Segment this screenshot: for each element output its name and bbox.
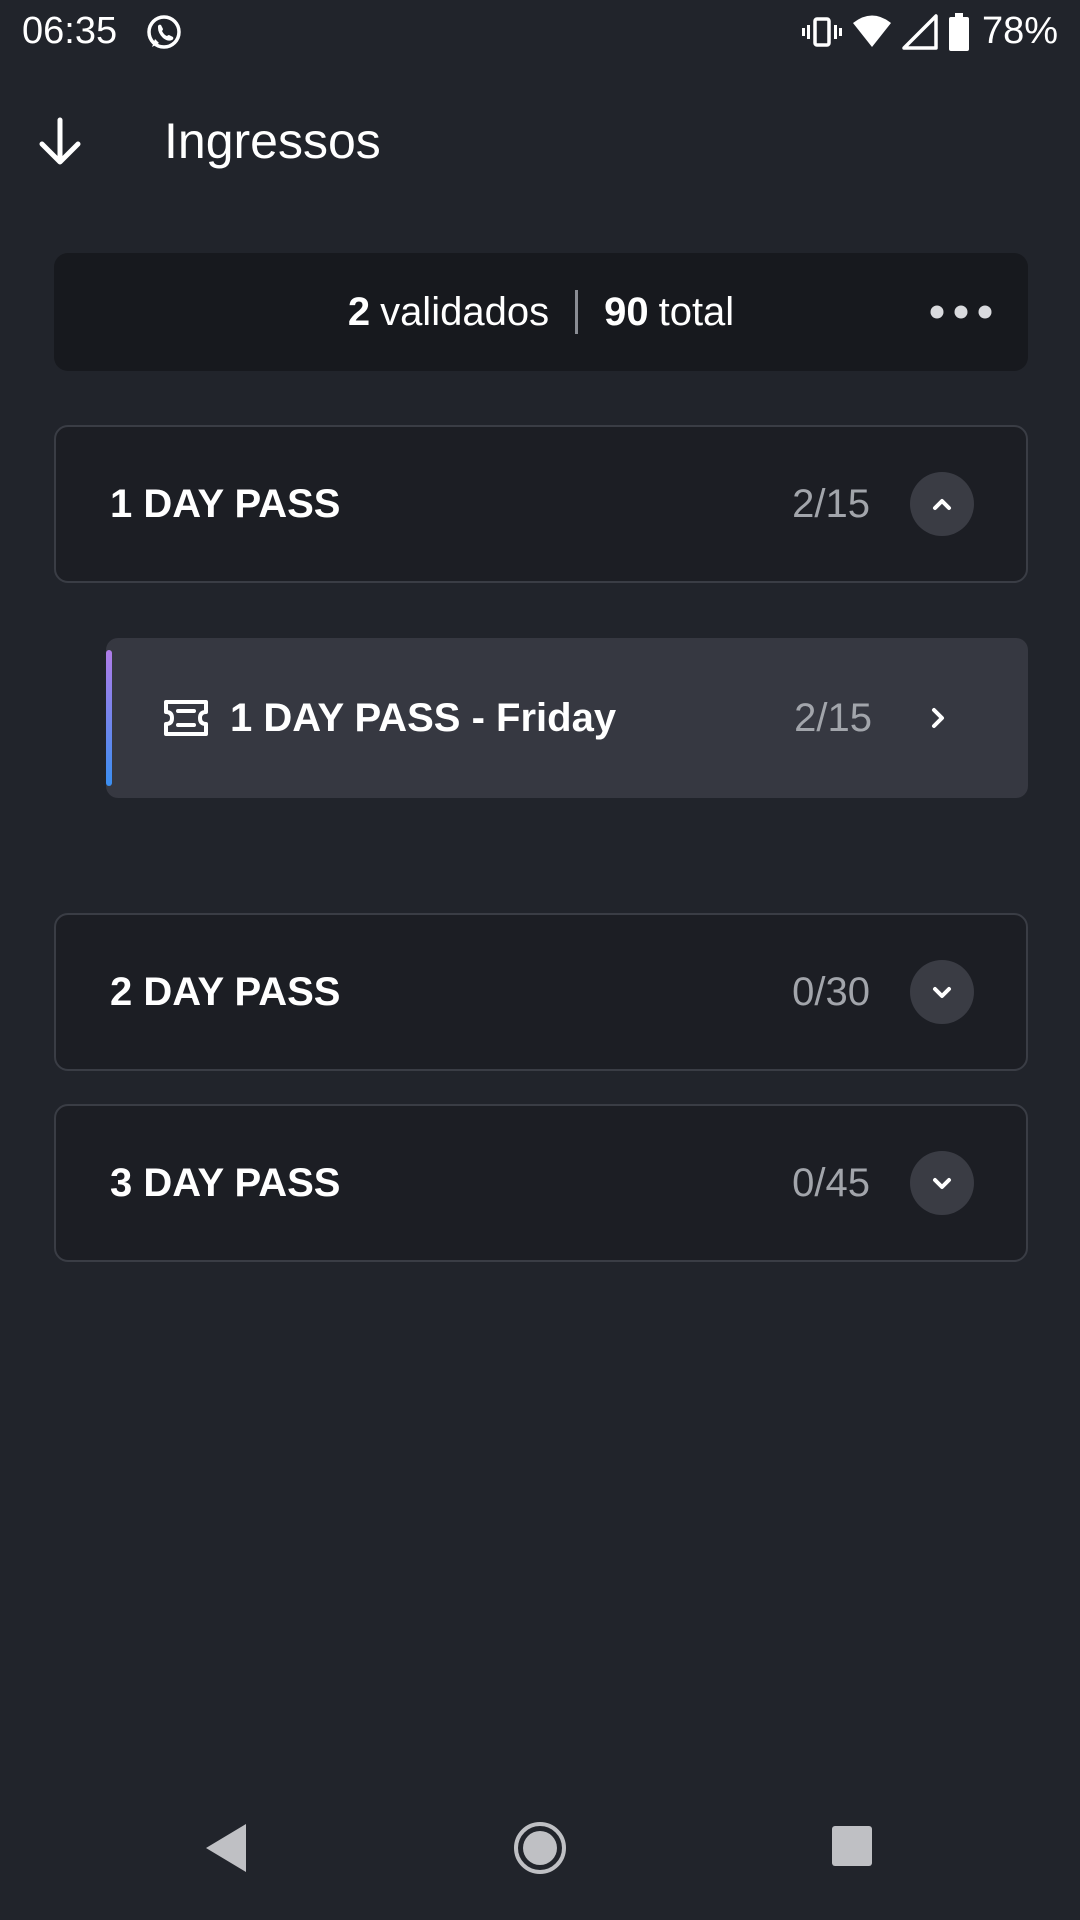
expand-button[interactable] xyxy=(910,1151,974,1215)
battery-icon xyxy=(948,12,969,51)
nav-recent-apps-icon[interactable] xyxy=(830,1824,874,1868)
arrow-down-icon[interactable] xyxy=(30,112,90,172)
ticket-type-title: 1 DAY PASS - Friday xyxy=(230,696,617,740)
ticket-icon xyxy=(164,700,208,736)
pass-count: 0/45 xyxy=(792,1161,870,1205)
pass-count: 0/30 xyxy=(792,970,870,1014)
chevron-down-icon xyxy=(933,1178,951,1189)
pass-count: 2/15 xyxy=(792,482,870,526)
collapse-button[interactable] xyxy=(910,472,974,536)
expand-button[interactable] xyxy=(910,960,974,1024)
accent-bar xyxy=(106,650,112,786)
summary-divider xyxy=(575,290,579,334)
chevron-down-icon xyxy=(933,987,951,998)
pass-title: 3 DAY PASS xyxy=(110,1161,341,1205)
system-nav-bar xyxy=(0,1790,1080,1920)
pass-card-2-day[interactable]: 2 DAY PASS 0/30 xyxy=(54,913,1028,1071)
pass-title: 1 DAY PASS xyxy=(110,482,341,526)
validated-count: 2 xyxy=(347,289,371,334)
wifi-icon xyxy=(852,15,891,47)
chevron-right-icon xyxy=(932,708,944,728)
battery-percentage: 78% xyxy=(981,10,1058,52)
pass-title: 2 DAY PASS xyxy=(110,970,341,1014)
ticket-type-count: 2/15 xyxy=(794,696,872,740)
ticket-type-item[interactable]: 1 DAY PASS - Friday 2/15 xyxy=(106,638,1028,798)
app-header: Ingressos xyxy=(0,90,1080,190)
signal-icon xyxy=(902,13,938,50)
summary-stats: 2 validados 90 total xyxy=(54,253,1028,371)
chevron-up-icon xyxy=(933,499,951,510)
nav-back-icon[interactable] xyxy=(200,1820,252,1876)
validated-label: validados xyxy=(380,289,550,334)
total-count: 90 xyxy=(604,289,649,334)
page-title: Ingressos xyxy=(164,113,381,169)
nav-home-icon[interactable] xyxy=(512,1820,568,1876)
status-bar: 06:35 78% xyxy=(0,0,1080,64)
vibrate-icon xyxy=(801,16,842,47)
pass-card-1-day[interactable]: 1 DAY PASS 2/15 xyxy=(54,425,1028,583)
total-label: total xyxy=(658,289,735,334)
summary-bar: 2 validados 90 total xyxy=(54,253,1028,371)
pass-card-3-day[interactable]: 3 DAY PASS 0/45 xyxy=(54,1104,1028,1262)
more-horizontal-icon[interactable] xyxy=(928,297,994,327)
whatsapp-icon xyxy=(147,15,181,49)
status-time: 06:35 xyxy=(22,10,118,52)
